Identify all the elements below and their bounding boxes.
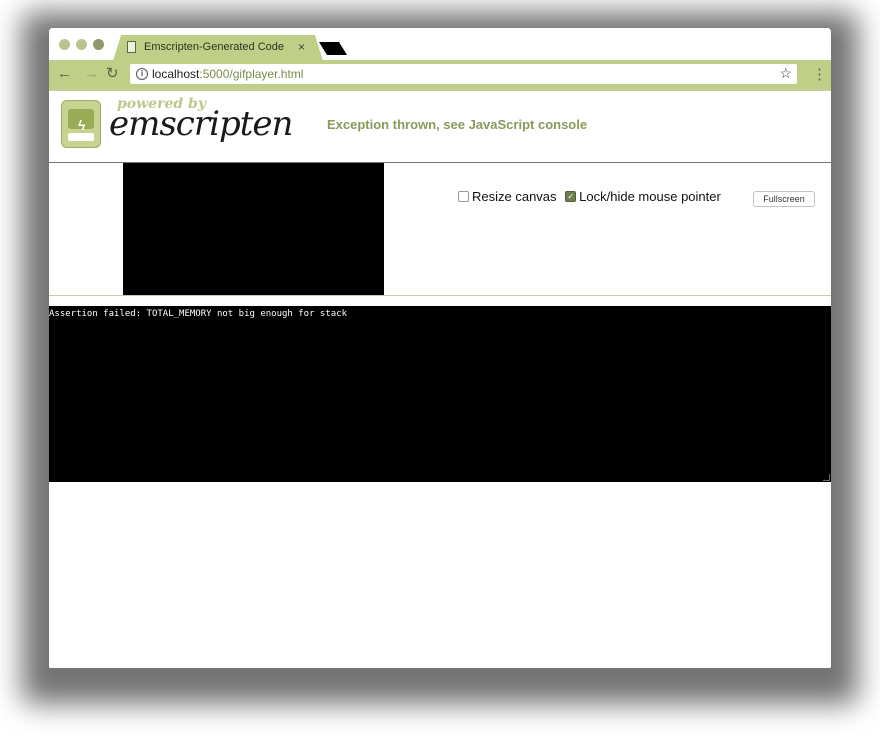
browser-toolbar: ← → ↻ i localhost:5000/gifplayer.html ☆ … bbox=[49, 60, 831, 90]
lock-pointer-checkbox[interactable]: ✓ bbox=[565, 191, 577, 203]
page-content: ϟ powered by emscripten Exception thrown… bbox=[49, 90, 831, 668]
browser-window: Emscripten-Generated Code × ← → ↻ i loca… bbox=[49, 28, 831, 668]
lightning-bolt-icon: ϟ bbox=[78, 117, 86, 133]
address-bar[interactable]: i localhost:5000/gifplayer.html ☆ bbox=[130, 64, 797, 84]
document-icon bbox=[127, 41, 136, 53]
tab-active[interactable]: Emscripten-Generated Code × bbox=[113, 35, 323, 61]
minimize-window-button[interactable] bbox=[76, 39, 87, 50]
fullscreen-button[interactable]: Fullscreen bbox=[753, 191, 815, 207]
logo-screen: ϟ bbox=[68, 109, 94, 133]
reload-icon[interactable]: ↻ bbox=[106, 66, 119, 82]
url-text[interactable]: localhost:5000/gifplayer.html bbox=[152, 67, 303, 81]
status-message: Exception thrown, see JavaScript console bbox=[327, 117, 588, 132]
url-path: :5000/gifplayer.html bbox=[199, 67, 304, 81]
browser-menu-icon[interactable]: ⋮ bbox=[812, 65, 827, 83]
bookmark-star-icon[interactable]: ☆ bbox=[779, 65, 792, 82]
tab-title: Emscripten-Generated Code bbox=[144, 41, 285, 53]
info-icon[interactable]: i bbox=[136, 68, 148, 80]
console-output: Assertion failed: TOTAL_MEMORY not big e… bbox=[49, 309, 348, 319]
url-host: localhost bbox=[152, 67, 200, 81]
resize-canvas-label: Resize canvas bbox=[472, 189, 557, 205]
forward-arrow-icon[interactable]: → bbox=[84, 66, 99, 82]
emscripten-logo-icon: ϟ bbox=[61, 100, 101, 148]
tab-close-icon[interactable]: × bbox=[298, 40, 305, 54]
maximize-window-button[interactable] bbox=[93, 39, 104, 50]
output-console[interactable]: Assertion failed: TOTAL_MEMORY not big e… bbox=[49, 306, 831, 482]
lock-pointer-label: Lock/hide mouse pointer bbox=[579, 189, 721, 205]
back-arrow-icon[interactable]: ← bbox=[57, 66, 72, 82]
new-tab-button[interactable] bbox=[319, 42, 347, 55]
resize-grip-icon[interactable] bbox=[823, 474, 830, 481]
close-window-button[interactable] bbox=[59, 39, 70, 50]
emscripten-brand-text: emscripten bbox=[109, 104, 293, 144]
header-border bbox=[49, 90, 831, 91]
emscripten-canvas[interactable] bbox=[123, 163, 384, 295]
logo-slot bbox=[68, 133, 94, 141]
resize-canvas-checkbox[interactable] bbox=[458, 191, 469, 203]
canvas-controls: Resize canvas ✓ Lock/hide mouse pointer bbox=[458, 188, 726, 204]
canvas-divider bbox=[49, 295, 831, 296]
tab-strip: Emscripten-Generated Code × bbox=[49, 28, 831, 61]
